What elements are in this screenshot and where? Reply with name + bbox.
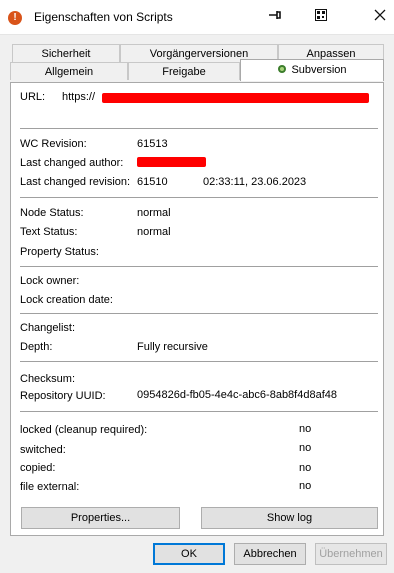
lock-owner-label: Lock owner: bbox=[20, 275, 80, 287]
last-author-label: Last changed author: bbox=[20, 157, 124, 169]
switched-value: no bbox=[299, 442, 312, 454]
checksum-label: Checksum: bbox=[20, 373, 76, 385]
last-revision-label: Last changed revision: bbox=[20, 176, 131, 188]
separator bbox=[20, 411, 378, 412]
file-external-label: file external: bbox=[20, 481, 80, 493]
uuid-value[interactable]: 0954826d-fb05-4e4c-abc6-8ab8f4d8af48 bbox=[137, 389, 337, 401]
properties-button[interactable]: Properties... bbox=[21, 507, 180, 529]
cancel-button[interactable]: Abbrechen bbox=[234, 543, 306, 565]
separator bbox=[20, 313, 378, 314]
locked-value: no bbox=[299, 423, 312, 435]
depth-value: Fully recursive bbox=[137, 341, 208, 353]
tab-allgemein[interactable]: Allgemein bbox=[10, 62, 128, 80]
tortoisesvn-icon: ! bbox=[8, 11, 22, 25]
node-status-label: Node Status: bbox=[20, 207, 84, 219]
tab-subversion-label: Subversion bbox=[291, 64, 347, 76]
file-external-value: no bbox=[299, 480, 312, 492]
separator bbox=[20, 128, 378, 129]
subversion-panel bbox=[10, 82, 384, 536]
tab-sicherheit[interactable]: Sicherheit bbox=[12, 44, 120, 62]
last-revision-time: 02:33:11, 23.06.2023 bbox=[203, 176, 307, 188]
switched-label: switched: bbox=[20, 444, 66, 456]
text-status-label: Text Status: bbox=[20, 226, 78, 238]
url-value[interactable]: https:// bbox=[62, 91, 95, 103]
pin-icon[interactable] bbox=[262, 6, 288, 28]
copied-label: copied: bbox=[20, 462, 56, 474]
depth-label: Depth: bbox=[20, 341, 53, 353]
separator bbox=[20, 266, 378, 267]
last-revision-value: 61510 bbox=[137, 176, 168, 188]
separator bbox=[20, 361, 378, 362]
close-icon[interactable] bbox=[368, 6, 392, 28]
qr-icon[interactable] bbox=[308, 6, 334, 28]
locked-label: locked (cleanup required): bbox=[20, 424, 148, 436]
ok-button[interactable]: OK bbox=[153, 543, 225, 565]
apply-button[interactable]: Übernehmen bbox=[315, 543, 387, 565]
uuid-label: Repository UUID: bbox=[20, 390, 106, 402]
wc-revision-label: WC Revision: bbox=[20, 138, 87, 150]
text-status-value: normal bbox=[137, 226, 171, 238]
url-label: URL: bbox=[20, 91, 46, 103]
wc-revision-value: 61513 bbox=[137, 138, 168, 150]
author-redaction bbox=[137, 157, 206, 167]
property-status-label: Property Status: bbox=[20, 246, 99, 258]
separator bbox=[20, 197, 378, 198]
lock-date-label: Lock creation date: bbox=[20, 294, 113, 306]
tab-subversion[interactable]: Subversion bbox=[240, 59, 384, 81]
tab-freigabe[interactable]: Freigabe bbox=[128, 62, 240, 80]
window-title: Eigenschaften von Scripts bbox=[34, 10, 173, 24]
node-status-value: normal bbox=[137, 207, 171, 219]
tortoisesvn-tab-icon bbox=[278, 65, 287, 73]
show-log-button[interactable]: Show log bbox=[201, 507, 378, 529]
url-redaction bbox=[102, 93, 369, 103]
copied-value: no bbox=[299, 462, 312, 474]
changelist-label: Changelist: bbox=[20, 322, 76, 334]
